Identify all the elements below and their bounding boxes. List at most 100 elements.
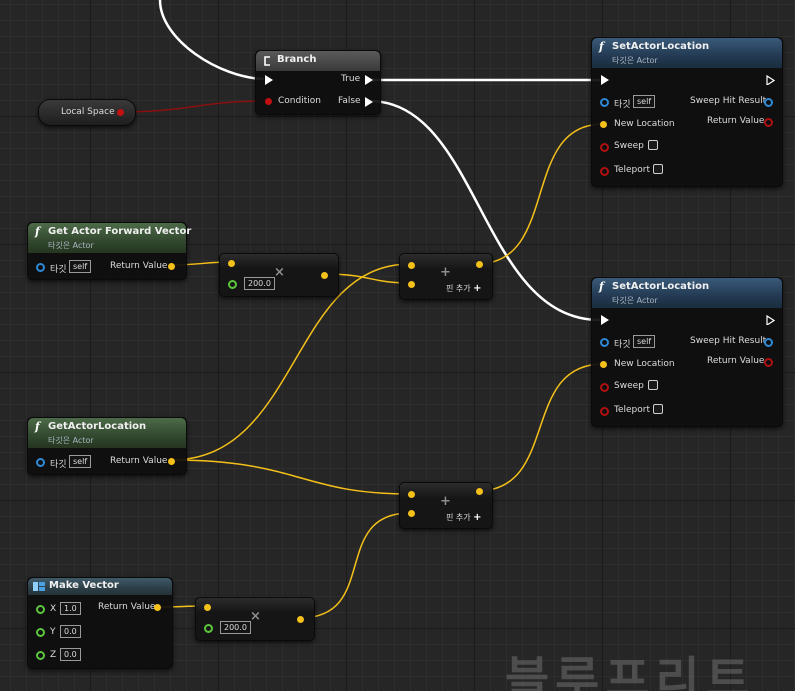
target-pin[interactable] — [36, 458, 45, 467]
new-location-label: New Location — [614, 359, 675, 369]
function-icon: f — [35, 420, 40, 433]
vector-wire-add1-to-set1[interactable] — [476, 123, 604, 265]
add-pin-button[interactable]: 핀 추가 + — [446, 512, 482, 523]
target-label: 타깃 — [50, 460, 67, 470]
make-vector-title: Make Vector — [49, 580, 119, 591]
vector-wire-multiply2-to-add2[interactable] — [299, 512, 411, 619]
add-pin-label: 핀 추가 — [446, 284, 471, 293]
get-actor-location-node[interactable]: f GetActorLocation 타깃은 Actor 타깃 self Ret… — [27, 417, 187, 475]
x-pin[interactable] — [36, 605, 45, 614]
branch-false-pin[interactable] — [365, 97, 373, 107]
set-actor-location-exec-out-pin[interactable] — [766, 315, 775, 325]
teleport-checkbox[interactable] — [653, 164, 663, 174]
vector-wire-location-to-add2[interactable] — [170, 459, 411, 495]
multiply-operator: × — [274, 265, 285, 280]
sweep-hit-result-pin[interactable] — [764, 98, 773, 107]
return-value-pin[interactable] — [168, 458, 175, 465]
get-actor-location-header: f GetActorLocation 타깃은 Actor — [28, 418, 186, 448]
make-struct-icon — [33, 582, 45, 591]
target-pin[interactable] — [600, 338, 609, 347]
get-actor-forward-vector-header: f Get Actor Forward Vector 타깃은 Actor — [28, 223, 191, 253]
branch-condition-pin[interactable] — [265, 98, 272, 105]
branch-icon — [264, 56, 270, 66]
get-actor-location-subtitle: 타깃은 Actor — [48, 436, 94, 445]
make-vector-header: Make Vector — [28, 578, 172, 595]
set-actor-location-node[interactable]: f SetActorLocation 타깃은 Actor 타깃 self Swe… — [591, 37, 783, 187]
teleport-pin[interactable] — [600, 167, 609, 176]
sweep-checkbox[interactable] — [648, 140, 658, 150]
return-value-pin[interactable] — [168, 263, 175, 270]
y-label: Y — [50, 627, 56, 637]
y-value[interactable]: 0.0 — [60, 625, 81, 638]
multiply-input-a-pin[interactable] — [228, 260, 235, 267]
sweep-checkbox[interactable] — [648, 380, 658, 390]
target-value[interactable]: self — [69, 260, 92, 273]
sweep-pin[interactable] — [600, 143, 609, 152]
teleport-checkbox[interactable] — [653, 404, 663, 414]
multiply-node[interactable]: 200.0 × — [195, 597, 315, 641]
add-input-a-pin[interactable] — [408, 491, 415, 498]
target-pin[interactable] — [600, 98, 609, 107]
return-value-pin[interactable] — [764, 118, 773, 127]
vector-wire-add2-to-set2[interactable] — [476, 363, 604, 492]
local-space-output-pin[interactable] — [117, 109, 124, 116]
sweep-hit-result-label: Sweep Hit Result — [690, 336, 767, 346]
add-pin-label: 핀 추가 — [446, 513, 471, 522]
sweep-label: Sweep — [614, 381, 644, 391]
local-space-node[interactable]: Local Space — [38, 99, 136, 126]
return-value-pin[interactable] — [154, 604, 161, 611]
add-operator: + — [440, 494, 451, 509]
z-value[interactable]: 0.0 — [60, 648, 81, 661]
exec-wire-incoming[interactable] — [158, 0, 265, 81]
make-vector-node[interactable]: Make Vector X 1.0 Return Value Y 0.0 Z 0… — [27, 577, 173, 669]
branch-title: Branch — [277, 54, 317, 65]
target-pin[interactable] — [36, 263, 45, 272]
sweep-hit-result-pin[interactable] — [764, 338, 773, 347]
set-actor-location-node[interactable]: f SetActorLocation 타깃은 Actor 타깃 self Swe… — [591, 277, 783, 427]
blueprint-watermark: 블루프리트 — [505, 652, 756, 691]
return-value-pin[interactable] — [764, 358, 773, 367]
teleport-label: Teleport — [614, 165, 650, 175]
get-actor-forward-vector-node[interactable]: f Get Actor Forward Vector 타깃은 Actor 타깃 … — [27, 222, 191, 280]
set-actor-location-exec-out-pin[interactable] — [766, 75, 775, 85]
sweep-pin[interactable] — [600, 383, 609, 392]
y-pin[interactable] — [36, 628, 45, 637]
x-value[interactable]: 1.0 — [60, 602, 81, 615]
target-label: 타깃 — [614, 340, 631, 350]
target-value[interactable]: self — [633, 95, 656, 108]
add-node[interactable]: + 핀 추가 + — [399, 253, 493, 300]
return-value-label: Return Value — [707, 116, 765, 126]
blueprint-graph-canvas[interactable]: Local Space Branch True Condition False … — [0, 0, 795, 691]
add-node[interactable]: + 핀 추가 + — [399, 482, 493, 529]
multiply-input-b-pin[interactable] — [228, 280, 237, 289]
bool-wire-local-space[interactable] — [117, 100, 267, 113]
set-actor-location-exec-in-pin[interactable] — [601, 315, 609, 325]
new-location-pin[interactable] — [600, 361, 607, 368]
teleport-pin[interactable] — [600, 407, 609, 416]
branch-exec-in-pin[interactable] — [265, 75, 273, 85]
multiply-input-a-pin[interactable] — [204, 604, 211, 611]
add-output-pin[interactable] — [476, 261, 483, 268]
z-pin[interactable] — [36, 651, 45, 660]
multiply-node[interactable]: 200.0 × — [219, 253, 339, 297]
add-input-a-pin[interactable] — [408, 262, 415, 269]
new-location-pin[interactable] — [600, 121, 607, 128]
target-value[interactable]: self — [633, 335, 656, 348]
target-value[interactable]: self — [69, 455, 92, 468]
multiply-output-pin[interactable] — [297, 616, 304, 623]
branch-node[interactable]: Branch True Condition False — [255, 50, 381, 115]
branch-true-pin[interactable] — [365, 75, 373, 85]
add-input-b-pin[interactable] — [408, 510, 415, 517]
multiply-b-value[interactable]: 200.0 — [220, 621, 251, 634]
multiply-output-pin[interactable] — [321, 272, 328, 279]
set-actor-location-exec-in-pin[interactable] — [601, 75, 609, 85]
add-output-pin[interactable] — [476, 488, 483, 495]
multiply-b-value[interactable]: 200.0 — [244, 277, 275, 290]
add-pin-button[interactable]: 핀 추가 + — [446, 283, 482, 294]
set-actor-location-title: SetActorLocation — [612, 281, 710, 292]
get-actor-location-title: GetActorLocation — [48, 421, 147, 432]
local-space-label: Local Space — [61, 107, 115, 117]
return-value-label: Return Value — [110, 261, 168, 271]
multiply-input-b-pin[interactable] — [204, 624, 213, 633]
add-input-b-pin[interactable] — [408, 281, 415, 288]
